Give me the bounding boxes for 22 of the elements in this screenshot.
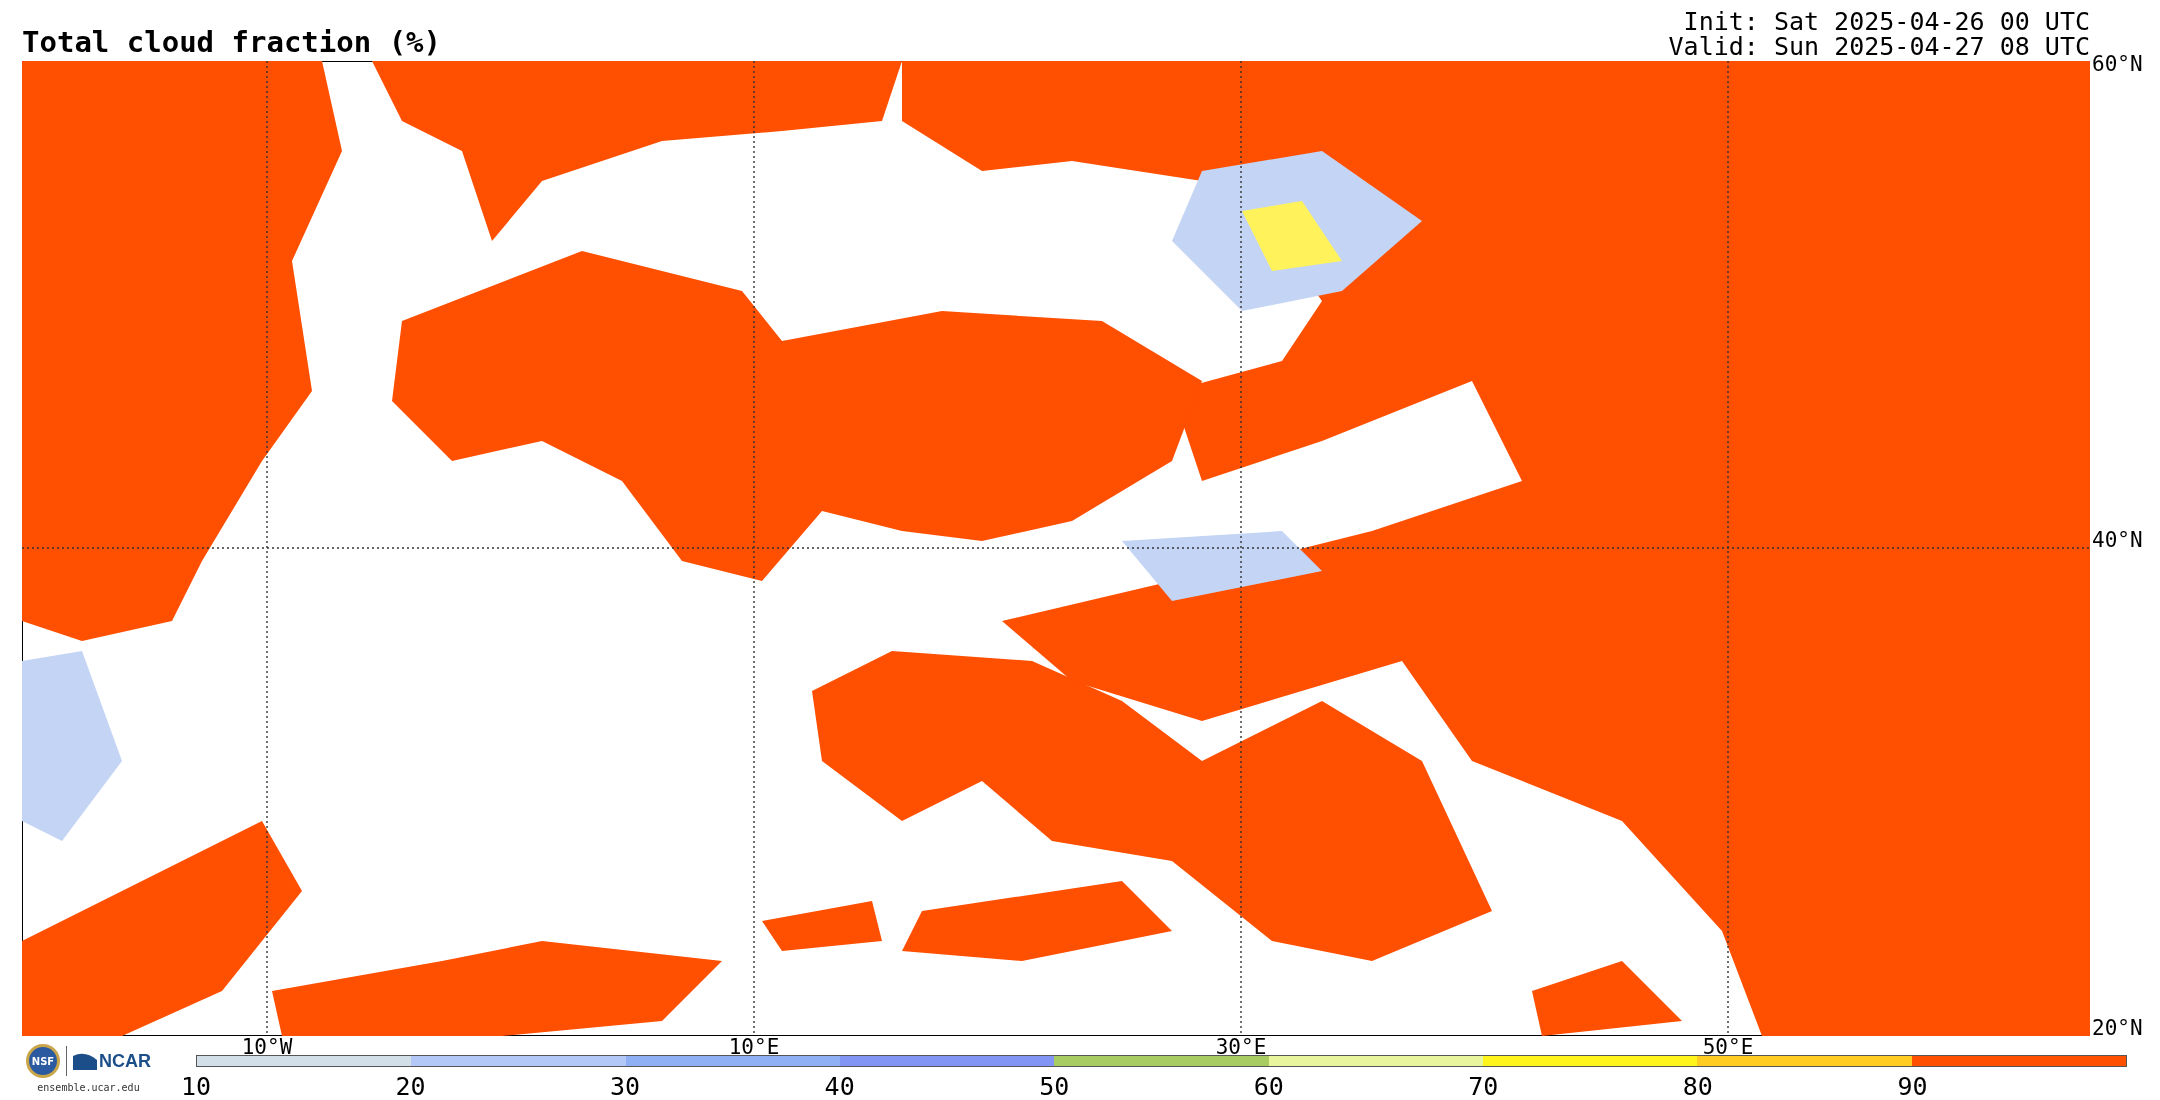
scale-tick-label: 90 — [1897, 1074, 1928, 1100]
scale-tick-label: 10 — [180, 1074, 212, 1100]
nsf-logo: NSF — [26, 1044, 60, 1078]
init-time: Init: Sat 2025-04-26 00 UTC — [1683, 9, 2090, 34]
longitude-label: 10°W — [241, 1036, 293, 1058]
scale-tick-label: 50 — [1039, 1074, 1070, 1100]
latitude-label: 60°N — [2092, 53, 2143, 75]
longitude-label: 30°E — [1215, 1036, 1267, 1058]
valid-time: Valid: Sun 2025-04-27 08 UTC — [1668, 34, 2090, 59]
latitude-label: 20°N — [2092, 1017, 2143, 1039]
website-url: ensemble.ucar.edu — [37, 1082, 140, 1093]
scale-tick-label: 70 — [1468, 1074, 1499, 1100]
ncar-logo: NCAR — [73, 1050, 151, 1072]
scale-tick-label: 40 — [824, 1074, 855, 1100]
latitude-label: 40°N — [2092, 529, 2143, 551]
longitude-label: 10°E — [728, 1036, 780, 1058]
scale-tick-label: 80 — [1682, 1074, 1713, 1100]
scale-tick-label: 30 — [610, 1074, 641, 1100]
scale-tick-label: 60 — [1253, 1074, 1284, 1100]
scale-tick-label: 20 — [395, 1074, 426, 1100]
map-title: Total cloud fraction (%) — [22, 25, 442, 59]
longitude-label: 50°E — [1702, 1036, 1754, 1058]
